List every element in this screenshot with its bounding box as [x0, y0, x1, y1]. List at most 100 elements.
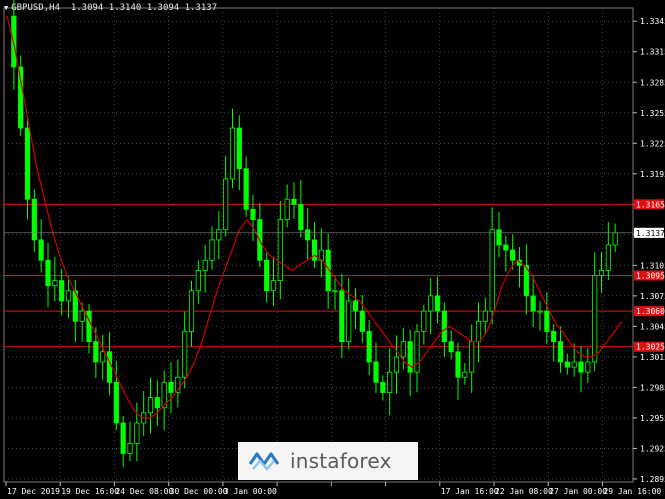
candle-body — [38, 239, 44, 261]
candle-body — [168, 381, 174, 393]
candle-body — [428, 295, 434, 312]
moving-average-line — [6, 15, 623, 419]
candle-body — [482, 310, 488, 322]
candle-body — [86, 310, 92, 343]
level-price-label: 1.3060 — [636, 307, 665, 316]
y-tick-label: 1.2895 — [640, 475, 665, 484]
x-tick-label: 17 Dec 2019 — [7, 487, 60, 496]
candle-body — [223, 178, 229, 231]
candle-body — [147, 397, 154, 414]
y-tick-label: 1.3105 — [640, 261, 665, 270]
candle-body — [291, 198, 297, 205]
y-tick-label: 1.2925 — [640, 444, 665, 453]
ohlc-values: 1.3094 1.3140 1.3094 1.3137 — [70, 3, 218, 13]
candle-body — [441, 310, 447, 343]
current-price-label: 1.3137 — [636, 229, 665, 238]
candle-body — [182, 331, 188, 378]
watermark-text: instaforex — [290, 449, 392, 473]
candle-body — [202, 259, 208, 271]
plot-frame — [3, 7, 634, 483]
candle-body — [537, 310, 543, 313]
chart-header: ▼ GBPUSD,H4 1.3094 1.3140 1.3094 1.3137 — [4, 3, 217, 13]
watermark: instaforex — [238, 442, 418, 480]
y-tick-label: 1.3255 — [640, 109, 665, 118]
candle-body — [393, 356, 400, 373]
candle-body — [305, 229, 311, 241]
candle-body — [113, 381, 119, 424]
candle-body — [100, 351, 106, 363]
x-tick-label: 17 Jan 16:00 — [441, 487, 499, 496]
candle-body — [24, 127, 31, 200]
candle-body — [455, 351, 461, 378]
candle-body — [270, 280, 277, 292]
y-tick-label: 1.3195 — [640, 170, 665, 179]
candle-body — [605, 244, 611, 271]
candle-body — [489, 229, 495, 312]
candle-body — [352, 300, 359, 312]
price-chart[interactable]: 1.3345 1.3315 1.3285 1.3255 1.3225 1.3195 1.31… — [0, 0, 665, 499]
candle-body — [366, 331, 372, 363]
level-price-label: 1.3025 — [636, 343, 665, 352]
y-tick-label: 1.3045 — [640, 322, 665, 331]
candle-body — [236, 127, 242, 170]
y-tick-label: 1.3015 — [640, 353, 665, 362]
candle-body — [188, 290, 195, 332]
candle-body — [346, 300, 352, 343]
candle-body — [530, 295, 536, 312]
x-tick-label: 3 Jan 00:00 — [224, 487, 277, 496]
candle-body — [585, 361, 591, 373]
candle-body — [298, 203, 304, 231]
candle-body — [18, 66, 24, 129]
candle-body — [434, 295, 441, 312]
candle-body — [448, 341, 454, 353]
candle-body — [277, 219, 283, 282]
chart-window[interactable]: 1.3345 1.3315 1.3285 1.3255 1.3225 1.3195 1.31… — [0, 0, 665, 499]
instaforex-logo-icon — [248, 452, 280, 471]
level-price-label: 1.3165 — [636, 200, 665, 209]
candle-body — [592, 275, 598, 363]
candle-body — [359, 310, 365, 332]
candle-body — [496, 229, 502, 246]
candle-body — [510, 249, 516, 261]
candle-body — [79, 310, 85, 322]
candle-body — [475, 320, 482, 343]
candle-body — [557, 341, 564, 363]
candle-body — [414, 331, 420, 373]
candle-body — [311, 239, 318, 261]
y-tick-label: 1.3285 — [640, 78, 665, 87]
y-tick-label: 1.3345 — [640, 17, 665, 26]
candle-body — [106, 351, 113, 383]
candle-body — [31, 198, 37, 241]
candle-body — [598, 270, 605, 276]
candle-body — [229, 127, 236, 180]
x-tick-label: 27 Jan 00:00 — [549, 487, 607, 496]
y-tick-label: 1.3225 — [640, 139, 665, 148]
candle-body — [571, 361, 577, 368]
candle-body — [421, 310, 427, 332]
candle-body — [93, 341, 99, 363]
candle-body — [195, 270, 201, 292]
candle-body — [209, 239, 215, 261]
candle-body — [127, 442, 133, 454]
candle-body — [400, 341, 406, 358]
candle-body — [612, 232, 618, 246]
candle-body — [134, 422, 140, 444]
candle-body — [284, 198, 290, 220]
candle-body — [380, 381, 386, 393]
candle-body — [578, 361, 584, 373]
x-tick-label: 19 Dec 16:00 — [61, 487, 119, 496]
candle-body — [45, 259, 51, 287]
y-tick-label: 1.3075 — [640, 292, 665, 301]
candle-body — [373, 361, 379, 383]
x-tick-label: 24 Dec 08:00 — [115, 487, 173, 496]
candle-body — [216, 229, 222, 241]
collapse-arrow-icon[interactable]: ▼ — [4, 4, 8, 12]
y-tick-label: 1.2985 — [640, 383, 665, 392]
candle-body — [462, 371, 468, 378]
candle-body — [551, 331, 557, 343]
symbol-timeframe: GBPUSD,H4 — [11, 3, 60, 13]
candle-body — [52, 280, 58, 287]
candle-body — [243, 168, 249, 210]
x-tick-label: 29 Jan 16:00 — [603, 487, 661, 496]
candle-body — [332, 290, 338, 293]
